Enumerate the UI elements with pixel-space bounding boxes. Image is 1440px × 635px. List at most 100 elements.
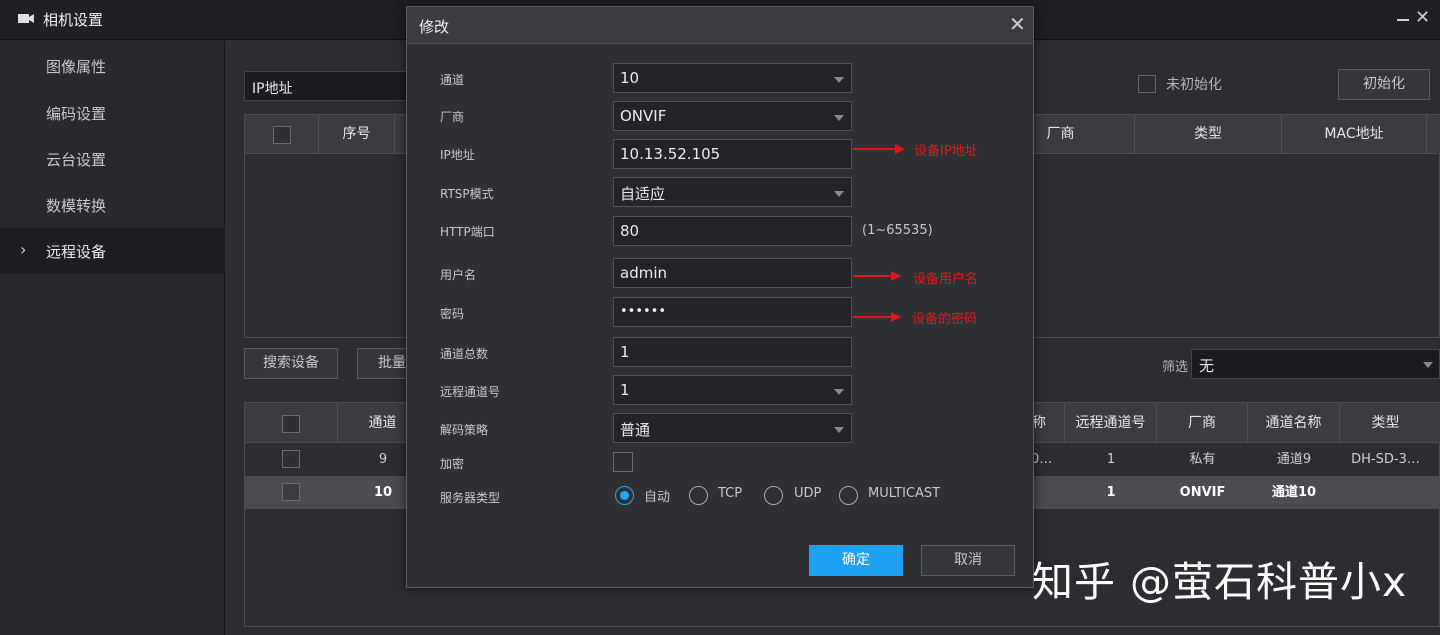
vendor-label: 厂商 bbox=[440, 110, 465, 124]
filter-select[interactable]: 无 bbox=[1191, 349, 1440, 379]
initialize-button[interactable]: 初始化 bbox=[1338, 69, 1430, 100]
minimize-icon[interactable] bbox=[1397, 19, 1409, 21]
rtsp-value: 自适应 bbox=[620, 185, 666, 203]
select-all-checkbox[interactable] bbox=[282, 415, 300, 433]
chevron-down-icon bbox=[1423, 362, 1433, 368]
cell-remote-channel: 1 bbox=[1106, 452, 1116, 467]
sidebar-item-label: 数模转换 bbox=[46, 197, 107, 215]
search-device-button[interactable]: 搜索设备 bbox=[244, 348, 338, 379]
chevron-right-icon: › bbox=[20, 240, 27, 259]
cell-remote-channel: 1 bbox=[1106, 485, 1116, 500]
filter-label: 筛选 bbox=[1162, 360, 1189, 375]
col-index[interactable]: 序号 bbox=[319, 115, 395, 154]
col-type[interactable]: 类型 bbox=[1135, 115, 1282, 154]
sidebar-item-label: 编码设置 bbox=[46, 105, 107, 123]
annotation-ip: 设备IP地址 bbox=[914, 144, 978, 159]
decode-label: 解码策略 bbox=[440, 423, 489, 437]
annotation-arrow-icon bbox=[853, 271, 901, 281]
remote-channel-value: 1 bbox=[620, 381, 630, 399]
annotation-arrow-icon bbox=[853, 312, 901, 322]
username-input[interactable]: admin bbox=[613, 258, 852, 288]
filter-value: 无 bbox=[1199, 357, 1215, 375]
cell-vendor: ONVIF bbox=[1179, 485, 1226, 500]
col-remote-channel[interactable]: 远程通道号 bbox=[1065, 403, 1157, 443]
sidebar-item-image-properties[interactable]: 图像属性 bbox=[0, 43, 225, 89]
ip-value: 10.13.52.105 bbox=[620, 145, 721, 163]
password-value: •••••• bbox=[620, 304, 667, 319]
username-label: 用户名 bbox=[440, 268, 477, 282]
row-checkbox[interactable] bbox=[282, 450, 300, 468]
channel-label: 通道 bbox=[440, 73, 465, 87]
total-channels-value: 1 bbox=[620, 343, 630, 361]
chevron-down-icon bbox=[834, 191, 844, 197]
select-all-checkbox[interactable] bbox=[273, 126, 291, 144]
annotation-arrow-icon bbox=[853, 144, 905, 154]
rtsp-select[interactable]: 自适应 bbox=[613, 177, 852, 207]
radio-multicast[interactable] bbox=[839, 486, 858, 505]
chevron-down-icon bbox=[834, 77, 844, 83]
select-all-cell bbox=[245, 115, 319, 154]
annotation-password: 设备的密码 bbox=[912, 312, 978, 327]
password-label: 密码 bbox=[440, 307, 465, 321]
vendor-select[interactable]: ONVIF bbox=[613, 101, 852, 131]
vendor-value: ONVIF bbox=[620, 107, 667, 125]
sidebar-item-remote-device[interactable]: › 远程设备 bbox=[0, 228, 225, 274]
radio-tcp[interactable] bbox=[689, 486, 708, 505]
dialog-title: 修改 bbox=[419, 18, 450, 36]
encrypt-label: 加密 bbox=[440, 457, 465, 471]
sidebar: 图像属性 编码设置 云台设置 数模转换 › 远程设备 bbox=[0, 41, 225, 635]
radio-udp-label: UDP bbox=[794, 486, 822, 501]
dialog-header: 修改 ✕ bbox=[407, 7, 1033, 44]
ip-filter-select[interactable]: IP地址 bbox=[244, 71, 414, 101]
modify-dialog: 修改 ✕ 通道 10 厂商 ONVIF IP地址 10.13.52.105 RT… bbox=[406, 6, 1034, 588]
sidebar-item-encoding[interactable]: 编码设置 bbox=[0, 90, 225, 136]
ip-label: IP地址 bbox=[440, 148, 475, 162]
col-channel-name[interactable]: 通道名称 bbox=[1248, 403, 1340, 443]
radio-auto[interactable] bbox=[615, 486, 634, 505]
http-port-input[interactable]: 80 bbox=[613, 216, 852, 246]
dialog-close-button[interactable]: ✕ bbox=[1009, 13, 1026, 35]
camera-icon bbox=[18, 14, 34, 23]
encrypt-checkbox[interactable] bbox=[613, 452, 633, 472]
uninitialized-label: 未初始化 bbox=[1166, 77, 1222, 93]
radio-tcp-label: TCP bbox=[718, 486, 743, 501]
cancel-button[interactable]: 取消 bbox=[921, 545, 1015, 576]
cell-channel-name: 通道9 bbox=[1276, 452, 1312, 467]
sidebar-item-analog-digital[interactable]: 数模转换 bbox=[0, 182, 225, 228]
row-checkbox[interactable] bbox=[282, 483, 300, 501]
decode-select[interactable]: 普通 bbox=[613, 413, 852, 443]
username-value: admin bbox=[620, 264, 667, 282]
cell-type: DH-SD-3… bbox=[1351, 452, 1420, 467]
cell-vendor: 私有 bbox=[1189, 452, 1216, 467]
select-all-cell bbox=[245, 403, 338, 443]
rtsp-label: RTSP模式 bbox=[440, 187, 494, 201]
chevron-down-icon bbox=[834, 115, 844, 121]
radio-multicast-label: MULTICAST bbox=[868, 486, 941, 501]
password-input[interactable]: •••••• bbox=[613, 297, 852, 327]
ok-button[interactable]: 确定 bbox=[809, 545, 903, 576]
col-type[interactable]: 类型 bbox=[1340, 403, 1431, 443]
total-channels-label: 通道总数 bbox=[440, 347, 489, 361]
uninitialized-checkbox[interactable] bbox=[1138, 75, 1156, 93]
chevron-down-icon bbox=[834, 427, 844, 433]
radio-udp[interactable] bbox=[764, 486, 783, 505]
ip-input[interactable]: 10.13.52.105 bbox=[613, 139, 852, 169]
chevron-down-icon bbox=[834, 389, 844, 395]
annotation-username: 设备用户名 bbox=[913, 272, 979, 287]
remote-channel-label: 远程通道号 bbox=[440, 385, 501, 399]
cell-channel-name: 通道10 bbox=[1271, 485, 1317, 500]
http-port-hint: (1~65535) bbox=[862, 223, 933, 238]
sidebar-item-label: 图像属性 bbox=[46, 58, 107, 76]
server-type-label: 服务器类型 bbox=[440, 491, 501, 505]
col-mac[interactable]: MAC地址 bbox=[1282, 115, 1427, 154]
radio-auto-label: 自动 bbox=[644, 490, 671, 505]
close-window-button[interactable]: ✕ bbox=[1415, 8, 1430, 28]
ip-filter-value: IP地址 bbox=[252, 81, 293, 97]
channel-value: 10 bbox=[620, 69, 640, 87]
remote-channel-select[interactable]: 1 bbox=[613, 375, 852, 405]
total-channels-input[interactable]: 1 bbox=[613, 337, 852, 367]
channel-select[interactable]: 10 bbox=[613, 63, 852, 93]
watermark: 知乎 @萤石科普小x bbox=[1032, 558, 1408, 606]
sidebar-item-ptz[interactable]: 云台设置 bbox=[0, 136, 225, 182]
col-vendor[interactable]: 厂商 bbox=[1157, 403, 1248, 443]
